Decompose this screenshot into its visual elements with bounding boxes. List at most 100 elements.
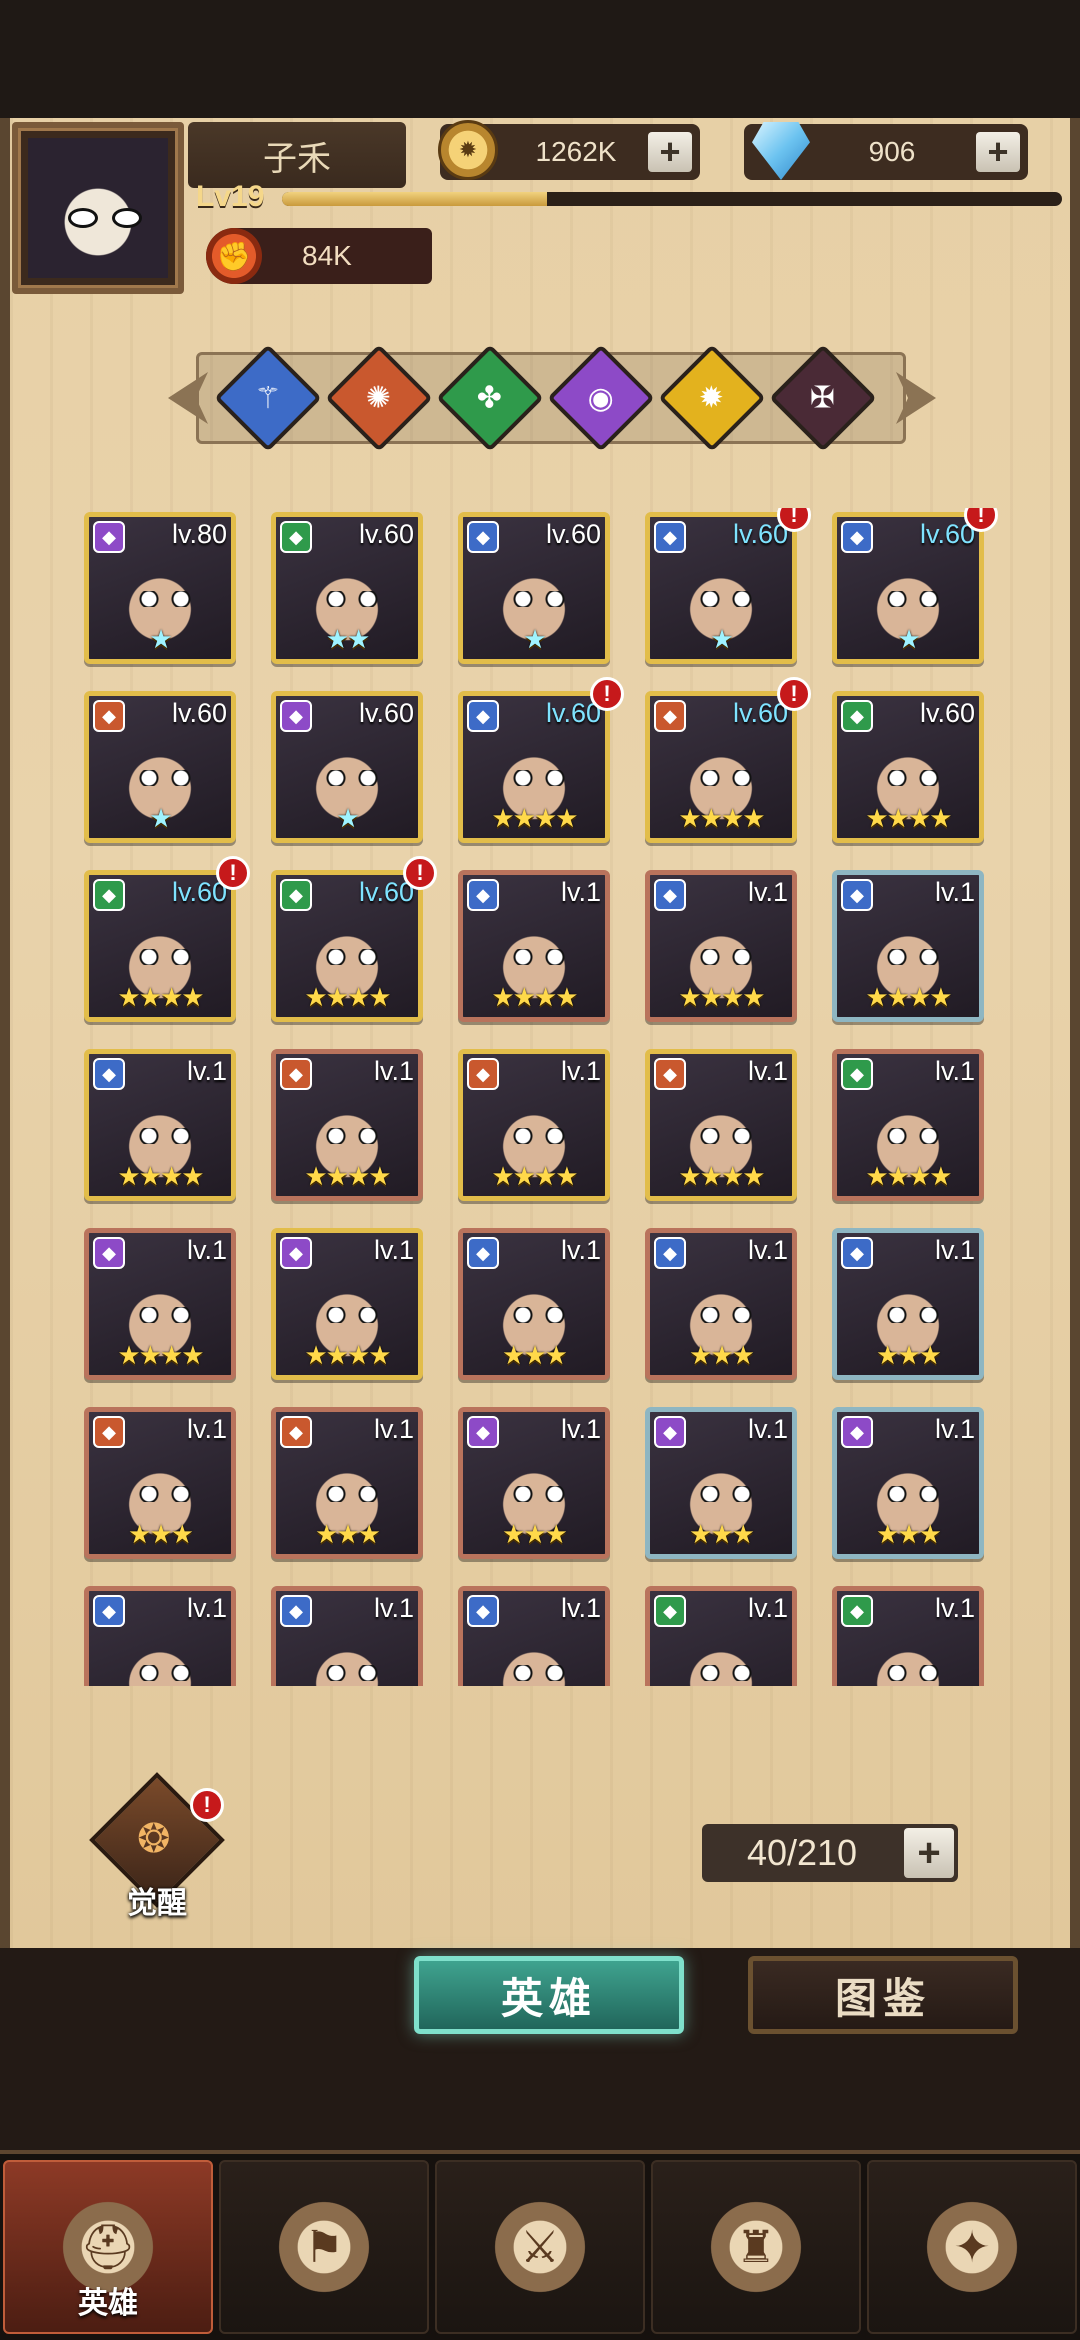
add-gems-button[interactable]: + xyxy=(976,132,1020,172)
hero-card[interactable]: ◆ lv.60 ★★★★ xyxy=(271,870,423,1022)
hero-card[interactable]: ◆ lv.60 ★ xyxy=(645,512,797,664)
hero-class-icon: ◆ xyxy=(280,1058,312,1090)
hero-card[interactable]: ◆ lv.1 ★★★★ xyxy=(271,1228,423,1380)
add-gold-button[interactable]: + xyxy=(648,132,692,172)
hero-card[interactable]: ◆ lv.1 ★★★ xyxy=(832,1407,984,1559)
bottom-nav-item-ship-flag[interactable]: ⚑ xyxy=(219,2160,429,2334)
hero-eyes xyxy=(135,1128,195,1144)
hero-card[interactable]: ◆ lv.1 xyxy=(832,1586,984,1686)
hero-level: lv.80 xyxy=(171,519,227,549)
hero-card[interactable]: ◆ lv.60 ★ xyxy=(832,512,984,664)
hero-level: lv.1 xyxy=(747,1056,788,1086)
hero-card[interactable]: ◆ lv.60 ★★★★ xyxy=(832,691,984,843)
hero-eyes xyxy=(135,1307,195,1323)
hero-eyes xyxy=(135,1486,195,1502)
hero-level: lv.1 xyxy=(747,877,788,907)
gem-value: 906 xyxy=(868,136,916,167)
hero-card[interactable]: ◆ lv.60 ★★★★ xyxy=(645,691,797,843)
hero-card[interactable]: ◆ lv.60 ★ xyxy=(84,691,236,843)
hero-stars: ★★★★ xyxy=(117,1340,204,1370)
hero-card[interactable]: ◆ lv.1 ★★★ xyxy=(832,1228,984,1380)
bottom-nav-item-castle[interactable]: ♜ xyxy=(651,2160,861,2334)
hero-card[interactable]: ◆ lv.80 ★ xyxy=(84,512,236,664)
awaken-alert-badge: ! xyxy=(190,1788,224,1822)
hero-card[interactable]: ◆ lv.1 ★★★★ xyxy=(458,870,610,1022)
hero-card[interactable]: ◆ lv.60 ★ xyxy=(458,512,610,664)
hero-class-icon: ◆ xyxy=(93,700,125,732)
bottom-nav-item-knight-helmet[interactable]: ⛑ 英雄 xyxy=(3,2160,213,2334)
hero-level: lv.1 xyxy=(186,1056,227,1086)
hero-eyes xyxy=(883,1307,943,1323)
tab-codex[interactable]: 图鉴 xyxy=(748,1956,1018,2034)
hero-card[interactable]: ◆ lv.1 ★★★ xyxy=(84,1407,236,1559)
hero-card[interactable]: ◆ lv.1 ★★★★ xyxy=(645,870,797,1022)
hero-card[interactable]: ◆ lv.60 ★★★★ xyxy=(458,691,610,843)
hero-card[interactable]: ◆ lv.60 ★ xyxy=(271,691,423,843)
hero-stars: ★★★★ xyxy=(304,1161,391,1191)
avatar-portrait xyxy=(28,138,168,278)
hero-level: lv.1 xyxy=(186,1235,227,1265)
hero-stars: ★★★★ xyxy=(491,803,578,833)
hero-eyes xyxy=(883,1486,943,1502)
castle-icon: ♜ xyxy=(701,2197,811,2297)
hero-card[interactable]: ◆ lv.1 ★★★★ xyxy=(832,1049,984,1201)
hero-card[interactable]: ◆ lv.1 ★★★ xyxy=(458,1407,610,1559)
hero-level: lv.1 xyxy=(934,1593,975,1623)
hero-card[interactable]: ◆ lv.1 ★★★★ xyxy=(645,1049,797,1201)
hero-class-icon: ◆ xyxy=(467,700,499,732)
hero-eyes xyxy=(696,770,756,786)
hero-card[interactable]: ◆ lv.1 ★★★★ xyxy=(271,1049,423,1201)
fist-icon: ✊ xyxy=(206,228,262,284)
hero-card[interactable]: ◆ lv.1 ★★★ xyxy=(271,1407,423,1559)
hero-card[interactable]: ◆ lv.60 ★★ xyxy=(271,512,423,664)
hero-eyes xyxy=(322,591,382,607)
hero-card[interactable]: ◆ lv.1 xyxy=(271,1586,423,1686)
hero-level: lv.1 xyxy=(560,1235,601,1265)
expand-capacity-button[interactable]: + xyxy=(904,1828,954,1878)
hero-eyes xyxy=(696,1307,756,1323)
hero-class-icon: ◆ xyxy=(841,1237,873,1269)
hero-stars: ★★★★ xyxy=(678,1161,765,1191)
hero-eyes xyxy=(322,949,382,965)
hero-stars: ★★★★ xyxy=(304,1340,391,1370)
hero-card[interactable]: ◆ lv.1 ★★★★ xyxy=(832,870,984,1022)
bottom-nav-item-alliance-handshake[interactable]: ✦ xyxy=(867,2160,1077,2334)
hero-eyes xyxy=(135,1665,195,1681)
hero-card[interactable]: ◆ lv.1 ★★★ xyxy=(645,1228,797,1380)
hero-class-icon: ◆ xyxy=(280,1237,312,1269)
hero-card[interactable]: ◆ lv.1 xyxy=(84,1586,236,1686)
awaken-flame-icon: ❂ xyxy=(137,1817,171,1861)
hero-eyes xyxy=(696,1486,756,1502)
hero-eyes xyxy=(322,1307,382,1323)
hero-class-icon: ◆ xyxy=(841,700,873,732)
hero-stars: ★★★ xyxy=(502,1519,568,1549)
hero-eyes xyxy=(696,949,756,965)
tab-heroes[interactable]: 英雄 xyxy=(414,1956,684,2034)
hero-class-icon: ◆ xyxy=(654,521,686,553)
hero-card[interactable]: ◆ lv.1 ★★★ xyxy=(458,1228,610,1380)
avatar[interactable] xyxy=(12,122,184,294)
hero-stars: ★★★★ xyxy=(678,982,765,1012)
hero-stars: ★★★ xyxy=(128,1519,194,1549)
hero-card[interactable]: ◆ lv.1 ★★★★ xyxy=(84,1049,236,1201)
hero-card[interactable]: ◆ lv.1 ★★★ xyxy=(645,1407,797,1559)
alliance-handshake-icon: ✦ xyxy=(917,2197,1027,2297)
hero-eyes xyxy=(883,1128,943,1144)
top-strip xyxy=(0,0,1080,120)
bottom-nav-item-crossed-swords[interactable]: ⚔ xyxy=(435,2160,645,2334)
hero-card[interactable]: ◆ lv.1 xyxy=(645,1586,797,1686)
hero-level: lv.1 xyxy=(934,1056,975,1086)
awaken-button[interactable]: ❂ ! 觉醒 xyxy=(89,1772,225,1920)
hero-eyes xyxy=(322,1128,382,1144)
hero-class-icon: ◆ xyxy=(654,1595,686,1627)
hero-capacity: 40/210 + xyxy=(702,1824,958,1882)
hero-eyes xyxy=(509,1128,569,1144)
hero-card[interactable]: ◆ lv.60 ★★★★ xyxy=(84,870,236,1022)
hero-eyes xyxy=(883,1665,943,1681)
hero-card[interactable]: ◆ lv.1 xyxy=(458,1586,610,1686)
hero-class-icon: ◆ xyxy=(654,1058,686,1090)
hero-grid[interactable]: ◆ lv.80 ★ ◆ lv.60 ★★ ◆ lv.60 ★ ◆ lv.60 ★! ◆ lv.60 ★! ◆ l… xyxy=(80,508,1000,1686)
hero-card[interactable]: ◆ lv.1 ★★★★ xyxy=(458,1049,610,1201)
hero-stars: ★★★ xyxy=(689,1340,755,1370)
hero-card[interactable]: ◆ lv.1 ★★★★ xyxy=(84,1228,236,1380)
